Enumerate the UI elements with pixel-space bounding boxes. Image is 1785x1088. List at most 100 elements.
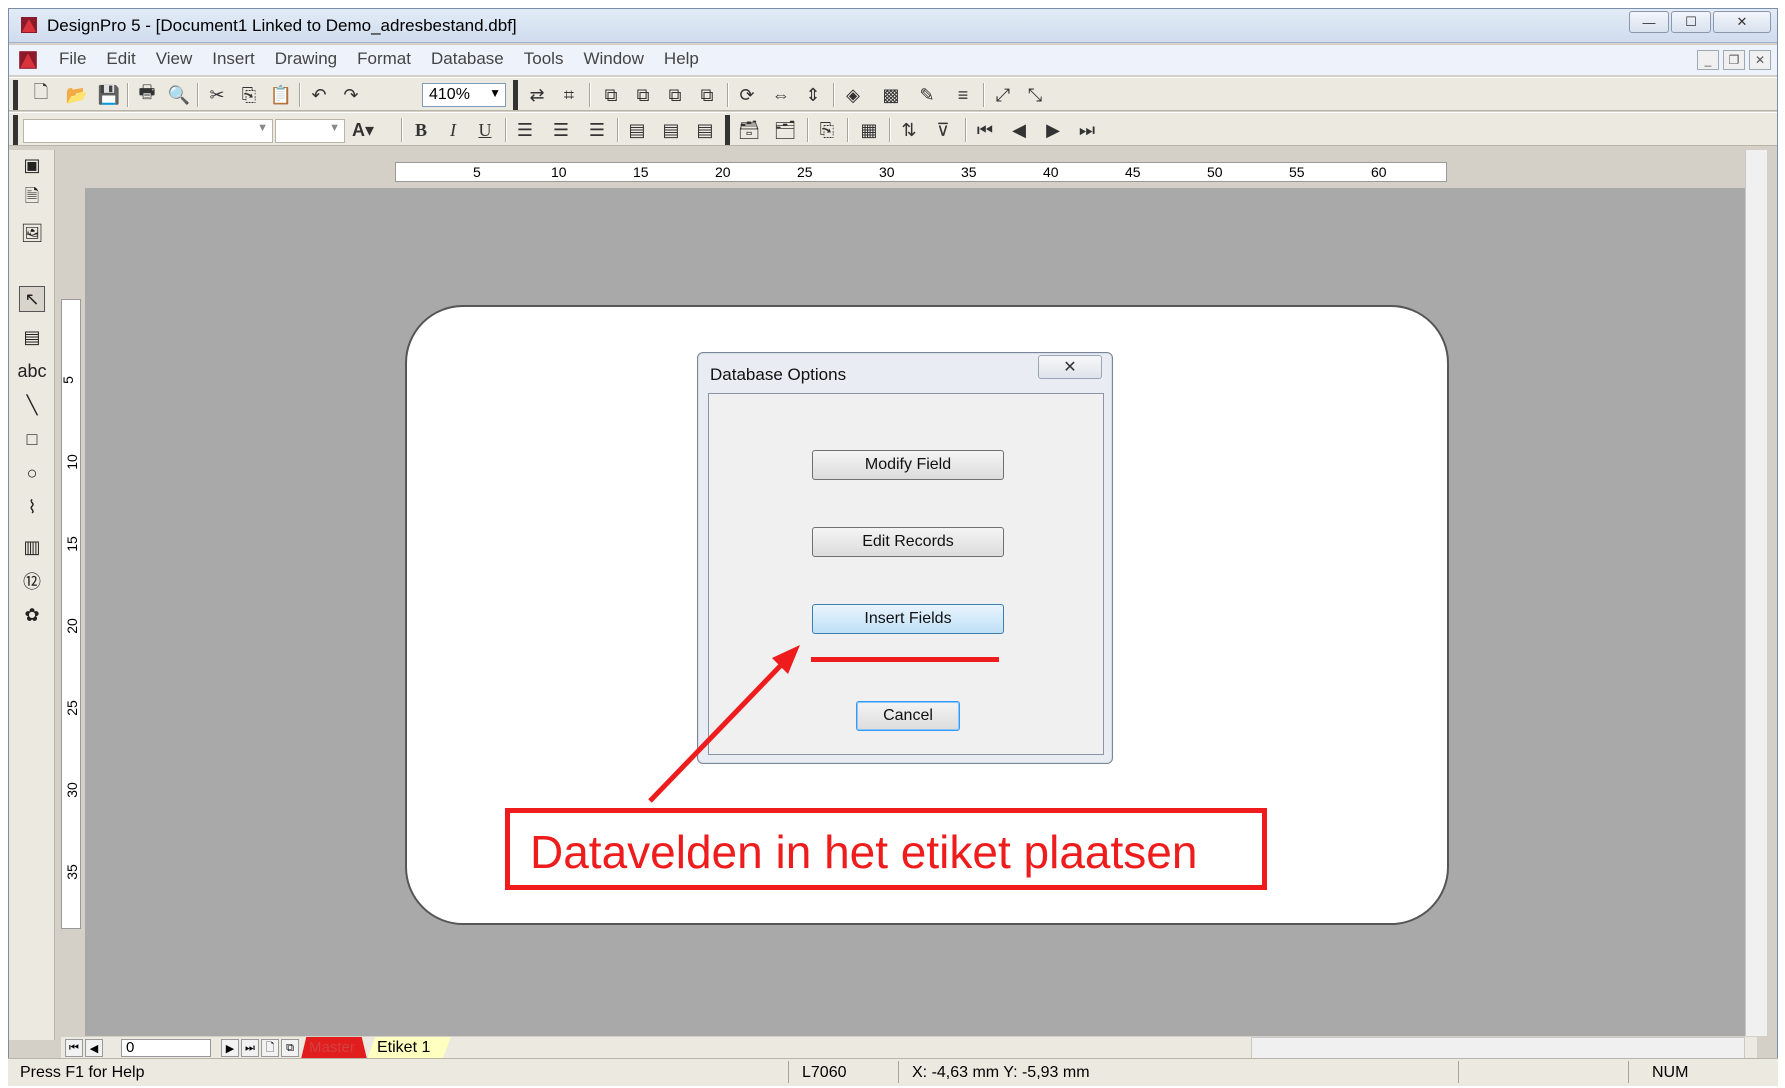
toolbar-grip[interactable]: [13, 115, 18, 145]
barcode-icon[interactable]: ▥: [19, 534, 45, 560]
print-preview-icon[interactable]: 🔍: [167, 83, 191, 107]
menu-insert[interactable]: Insert: [212, 49, 255, 69]
line-icon[interactable]: ╲: [19, 392, 45, 418]
vertical-scrollbar[interactable]: [1745, 150, 1767, 1036]
insert-fields-button[interactable]: Insert Fields: [812, 604, 1004, 634]
zoom-fit-icon[interactable]: ⤢: [991, 83, 1015, 107]
clipart-icon[interactable]: ✿: [19, 602, 45, 628]
ellipse-icon[interactable]: ○: [19, 460, 45, 486]
align-top-icon[interactable]: ▤: [625, 118, 649, 142]
font-color-icon[interactable]: A▾: [351, 118, 375, 142]
font-name-combobox[interactable]: ▼: [23, 119, 273, 143]
fill-color-icon[interactable]: ◈: [841, 83, 865, 107]
last-page-icon[interactable]: ⏭: [241, 1039, 259, 1057]
save-icon[interactable]: 💾: [97, 83, 121, 107]
send-back-icon[interactable]: ⧉: [631, 83, 655, 107]
line-style-icon[interactable]: ≡: [951, 83, 975, 107]
first-record-icon[interactable]: ⏮: [973, 118, 997, 142]
sort-icon[interactable]: ⇅: [897, 118, 921, 142]
toolbar-grip[interactable]: [13, 80, 18, 110]
italic-icon[interactable]: I: [441, 118, 465, 142]
zoom-page-icon[interactable]: ⤡: [1023, 83, 1047, 107]
copy-icon[interactable]: ⎘: [237, 83, 261, 107]
line-color-icon[interactable]: ✎: [915, 83, 939, 107]
font-size-combobox[interactable]: ▼: [275, 119, 345, 143]
polygon-icon[interactable]: ⌇: [19, 494, 45, 520]
text-box-icon[interactable]: ▤: [19, 324, 45, 350]
previous-record-icon[interactable]: ◀: [1007, 118, 1031, 142]
object-manager-icon[interactable]: ▣: [19, 152, 45, 178]
modify-field-button[interactable]: Modify Field: [812, 450, 1004, 480]
align-middle-icon[interactable]: ▤: [659, 118, 683, 142]
maximize-button[interactable]: ☐: [1671, 11, 1711, 33]
zoom-combobox[interactable]: 410% ▼: [422, 83, 506, 107]
minimize-button[interactable]: —: [1629, 11, 1669, 33]
redo-icon[interactable]: ↷: [339, 83, 363, 107]
text-icon[interactable]: abc: [17, 358, 46, 384]
menu-database[interactable]: Database: [431, 49, 504, 69]
document-icon[interactable]: [17, 49, 39, 71]
menu-file[interactable]: File: [59, 49, 86, 69]
next-record-icon[interactable]: ▶: [1041, 118, 1065, 142]
menu-tools[interactable]: Tools: [524, 49, 564, 69]
page-number-field[interactable]: 0: [121, 1039, 211, 1057]
copy-page-icon[interactable]: ⧉: [281, 1039, 299, 1057]
backward-icon[interactable]: ⧉: [695, 83, 719, 107]
edit-records-button[interactable]: Edit Records: [812, 527, 1004, 557]
bring-front-icon[interactable]: ⧉: [599, 83, 623, 107]
pattern-icon[interactable]: ▩: [879, 83, 903, 107]
chevron-down-icon: ▼: [329, 122, 340, 134]
filter-icon[interactable]: ⊽: [931, 118, 955, 142]
cut-icon[interactable]: ✂: [205, 83, 229, 107]
menu-format[interactable]: Format: [357, 49, 411, 69]
align-center-icon[interactable]: ☰: [549, 118, 573, 142]
align-right-icon[interactable]: ☰: [585, 118, 609, 142]
pointer-icon[interactable]: ↖: [19, 286, 45, 312]
close-button[interactable]: ✕: [1713, 11, 1771, 33]
rectangle-icon[interactable]: □: [19, 426, 45, 452]
bold-icon[interactable]: B: [409, 118, 433, 142]
horizontal-scrollbar[interactable]: [1251, 1037, 1745, 1059]
menu-window[interactable]: Window: [583, 49, 643, 69]
previous-page-icon[interactable]: ◀: [85, 1039, 103, 1057]
mdi-minimize-button[interactable]: _: [1697, 50, 1719, 70]
tab-master[interactable]: Master: [301, 1037, 367, 1059]
flip-horizontal-icon[interactable]: ⇔: [769, 83, 793, 107]
next-page-icon[interactable]: ▶: [221, 1039, 239, 1057]
forward-icon[interactable]: ⧉: [663, 83, 687, 107]
menu-edit[interactable]: Edit: [106, 49, 135, 69]
template-icon[interactable]: 🗎: [19, 186, 45, 212]
dialog-close-button[interactable]: ✕: [1038, 355, 1102, 379]
new-icon[interactable]: 🗋: [29, 82, 53, 107]
new-page-icon[interactable]: 🗋: [261, 1039, 279, 1057]
merge-icon[interactable]: ⎘: [815, 118, 839, 142]
menu-drawing[interactable]: Drawing: [275, 49, 337, 69]
flip-vertical-icon[interactable]: ⇕: [801, 83, 825, 107]
database-icon[interactable]: 🗃: [737, 118, 761, 142]
rotate-icon[interactable]: ⟳: [735, 83, 759, 107]
mdi-restore-button[interactable]: ❐: [1723, 50, 1745, 70]
tab-etiket-1[interactable]: Etiket 1: [367, 1037, 451, 1059]
crop-icon[interactable]: ⌗: [557, 83, 581, 107]
ruler-label: 5: [473, 164, 481, 180]
cancel-button[interactable]: Cancel: [856, 701, 960, 731]
records-icon[interactable]: ▦: [857, 118, 881, 142]
menu-help[interactable]: Help: [664, 49, 699, 69]
database-options-icon[interactable]: 🗂: [773, 118, 797, 142]
text-wrap-icon[interactable]: ⇄: [525, 83, 549, 107]
image-icon[interactable]: 🖼: [19, 220, 45, 246]
align-bottom-icon[interactable]: ▤: [693, 118, 717, 142]
mdi-close-button[interactable]: ✕: [1749, 50, 1771, 70]
toolbar-grip[interactable]: [513, 80, 518, 110]
align-left-icon[interactable]: ☰: [513, 118, 537, 142]
paste-icon[interactable]: 📋: [269, 83, 293, 107]
numbering-icon[interactable]: ⑫: [19, 568, 45, 594]
toolbar-grip[interactable]: [725, 115, 730, 145]
last-record-icon[interactable]: ⏭: [1075, 118, 1099, 142]
menu-view[interactable]: View: [156, 49, 193, 69]
undo-icon[interactable]: ↶: [307, 83, 331, 107]
underline-icon[interactable]: U: [473, 118, 497, 142]
first-page-icon[interactable]: ⏮: [65, 1039, 83, 1057]
open-icon[interactable]: 📂: [65, 83, 89, 107]
print-icon[interactable]: 🖶: [135, 82, 159, 107]
